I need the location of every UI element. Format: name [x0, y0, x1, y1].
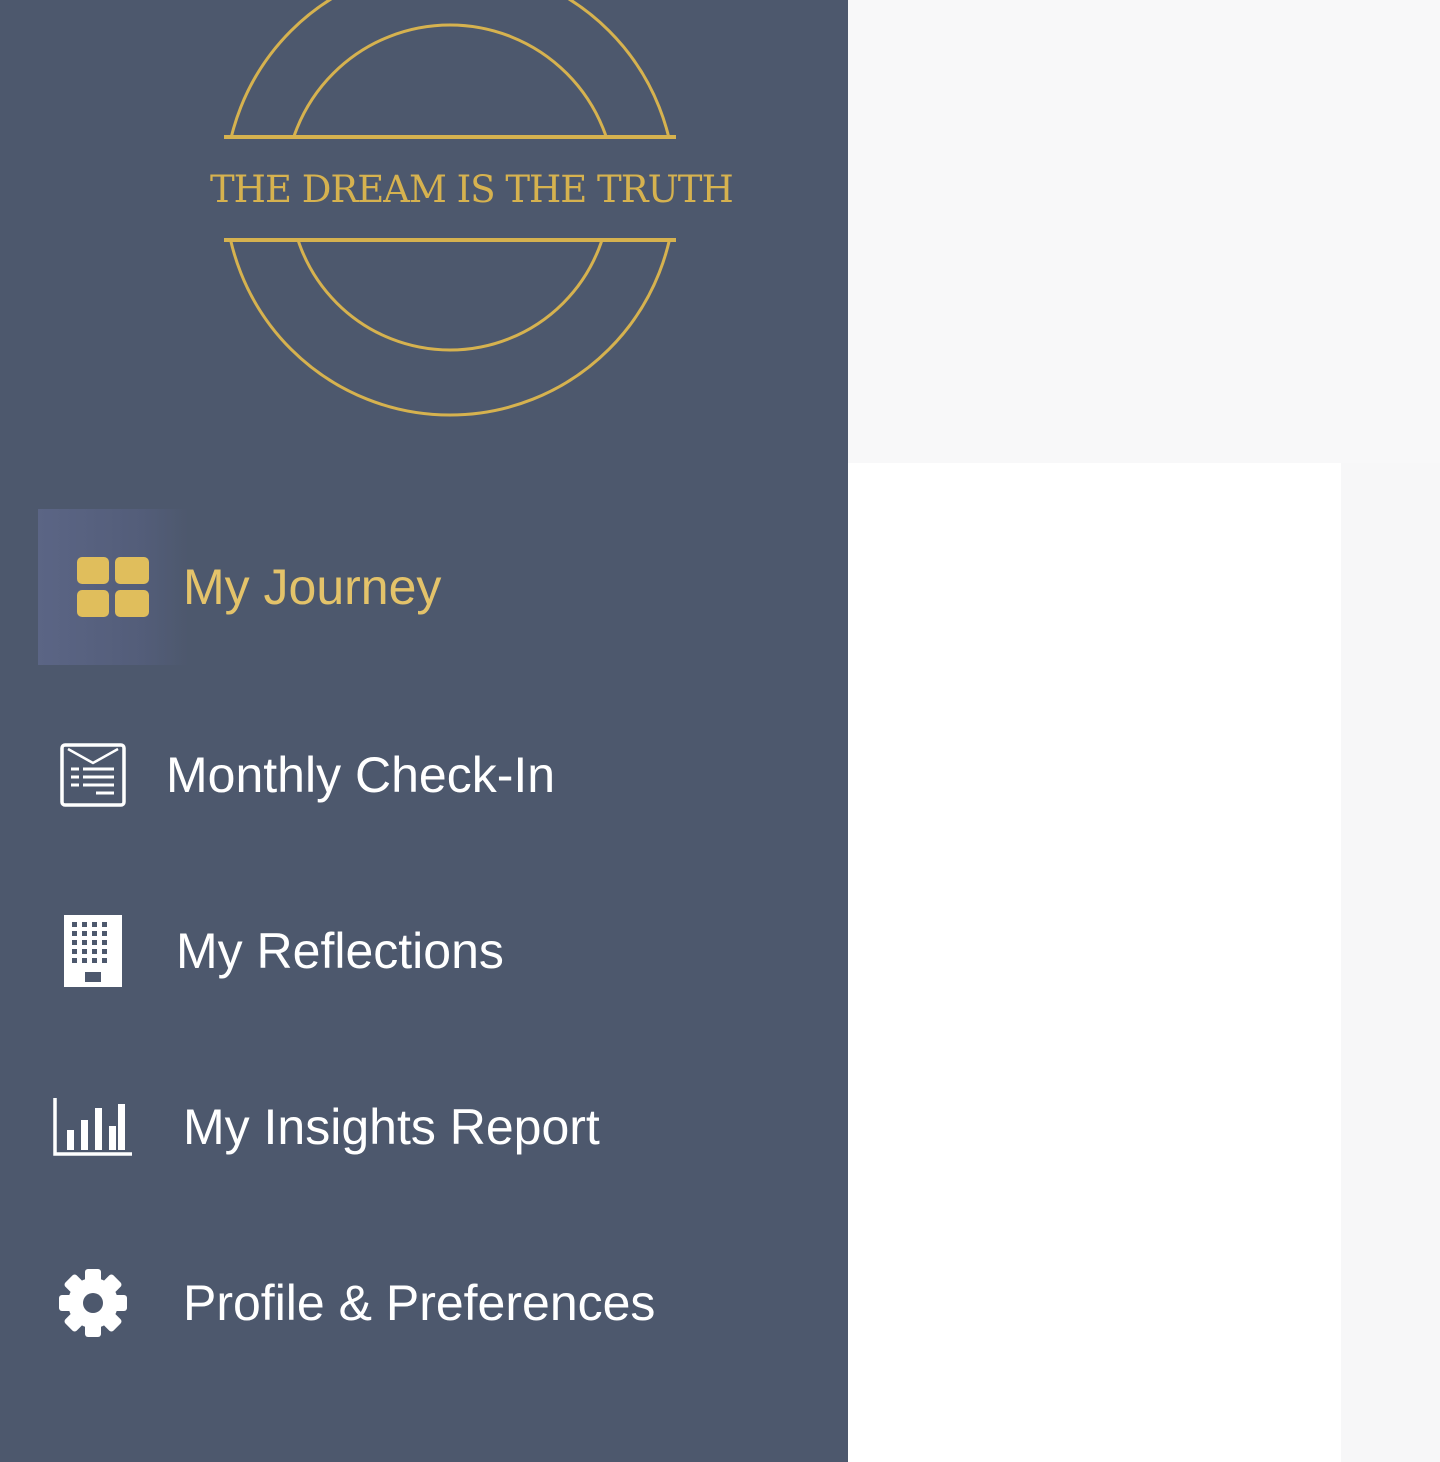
- sidebar-item-my-reflections[interactable]: My Reflections: [38, 873, 828, 1029]
- brand-logo: THE DREAM IS THE TRUTH: [210, 0, 734, 430]
- sidebar-item-icon-wrap: [38, 873, 148, 1029]
- building-icon: [64, 915, 122, 987]
- sidebar: THE DREAM IS THE TRUTH My Journey Monthl…: [0, 0, 848, 1462]
- sidebar-item-icon-wrap: [38, 1049, 148, 1205]
- sidebar-item-label: My Reflections: [176, 923, 504, 979]
- sidebar-item-label: My Insights Report: [183, 1099, 600, 1155]
- content-card: [848, 463, 1341, 1462]
- sidebar-item-label: Profile & Preferences: [183, 1275, 656, 1331]
- dashboard-grid-icon: [77, 557, 149, 617]
- sidebar-item-icon-wrap: [38, 697, 148, 853]
- checklist-calendar-icon: [60, 743, 126, 807]
- sidebar-item-icon-wrap: [38, 509, 188, 665]
- content-header-area: [848, 0, 1440, 463]
- sidebar-item-my-journey[interactable]: My Journey: [38, 509, 828, 665]
- logo-tagline: THE DREAM IS THE TRUTH: [210, 168, 734, 211]
- logo-emblem-icon: [224, 0, 676, 417]
- sidebar-item-label: Monthly Check-In: [166, 747, 556, 803]
- sidebar-item-my-insights-report[interactable]: My Insights Report: [38, 1049, 828, 1205]
- sidebar-item-monthly-check-in[interactable]: Monthly Check-In: [38, 697, 828, 853]
- content-side-area: [1341, 463, 1440, 1462]
- sidebar-item-profile-preferences[interactable]: Profile & Preferences: [38, 1225, 828, 1381]
- sidebar-item-label: My Journey: [183, 559, 442, 615]
- app-root: THE DREAM IS THE TRUTH My Journey Monthl…: [0, 0, 1440, 1462]
- gear-icon: [59, 1269, 127, 1337]
- sidebar-item-icon-wrap: [38, 1225, 148, 1381]
- bar-chart-icon: [53, 1098, 132, 1156]
